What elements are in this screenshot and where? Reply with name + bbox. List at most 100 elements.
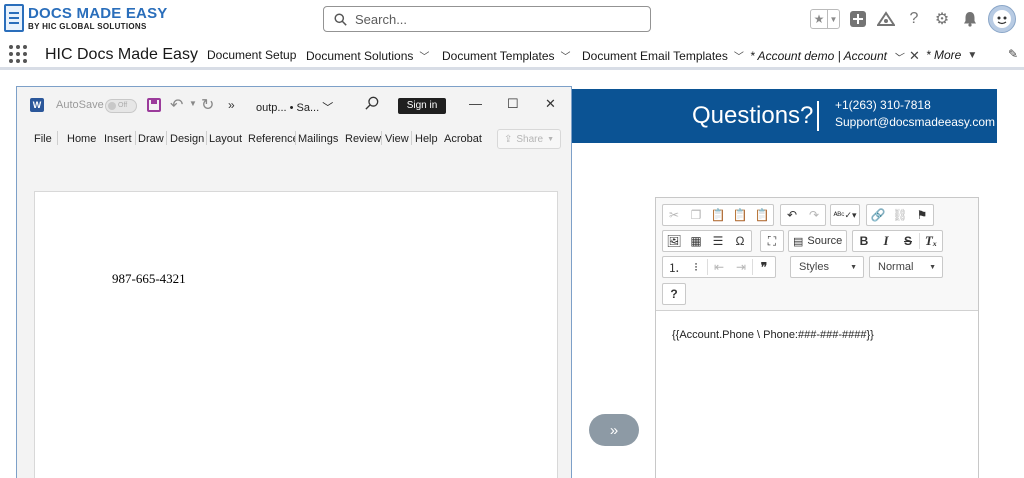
copy-icon[interactable]: ❐: [685, 205, 707, 225]
cut-icon[interactable]: ✂: [663, 205, 685, 225]
ribbon-tab-help[interactable]: Help: [415, 133, 438, 145]
ribbon-tab-design[interactable]: Design: [170, 133, 204, 145]
chevron-down-icon[interactable]: ﹀: [419, 48, 429, 63]
link-icon[interactable]: 🔗: [867, 205, 889, 225]
more-commands-icon[interactable]: »: [228, 98, 235, 112]
avatar[interactable]: [988, 5, 1016, 33]
search-input[interactable]: [355, 11, 635, 27]
basic-styles-group: B I S Tₓ: [852, 230, 943, 252]
anchor-flag-icon[interactable]: ⚑: [911, 205, 933, 225]
tab-account-demo[interactable]: * Account demo | Account ﹀ ✕: [750, 48, 920, 64]
indent-icon[interactable]: ⇥: [730, 257, 752, 277]
italic-icon[interactable]: I: [875, 231, 897, 251]
help-icon[interactable]: ?: [663, 284, 685, 304]
chevron-down-icon[interactable]: ﹀: [561, 48, 571, 63]
global-header: DOCS MADE EASY BY HIC GLOBAL SOLUTIONS ★…: [0, 0, 1024, 38]
blockquote-icon[interactable]: ❞: [753, 257, 775, 277]
ribbon-tab-insert[interactable]: Insert: [104, 133, 132, 145]
clipboard-group: ✂ ❐ 📋 📋 📋: [662, 204, 774, 226]
word-ribbon: File Home Insert Draw Design Layout Refe…: [17, 125, 571, 153]
paste-text-icon[interactable]: 📋: [729, 205, 751, 225]
pencil-icon[interactable]: ✎: [1008, 47, 1018, 61]
convert-button[interactable]: »: [589, 414, 639, 446]
star-icon[interactable]: ★: [811, 10, 827, 28]
app-launcher-icon[interactable]: [9, 45, 27, 63]
numbered-list-icon[interactable]: ⒈: [663, 257, 685, 277]
chevron-down-icon: ▼: [547, 135, 554, 143]
paste-word-icon[interactable]: 📋: [751, 205, 773, 225]
ribbon-tab-view[interactable]: View: [385, 133, 409, 145]
chevron-down-icon[interactable]: ﹀: [893, 49, 903, 64]
ribbon-tab-acrobat[interactable]: Acrobat: [444, 133, 482, 145]
sign-in-button[interactable]: Sign in: [398, 98, 446, 114]
redo-icon[interactable]: ↻: [201, 95, 214, 115]
chevron-down-icon[interactable]: ﹀: [734, 48, 744, 63]
document-page[interactable]: 987-665-4321: [34, 191, 558, 478]
strikethrough-icon[interactable]: S: [897, 231, 919, 251]
ribbon-tab-review[interactable]: Review: [345, 133, 381, 145]
caret-down-icon[interactable]: ▼: [967, 50, 977, 61]
banner-divider: [817, 101, 819, 131]
tab-more[interactable]: * More ▼: [926, 48, 977, 62]
bold-icon[interactable]: B: [853, 231, 875, 251]
ribbon-tab-layout[interactable]: Layout: [209, 133, 242, 145]
spellcheck-icon[interactable]: ᴬᴮᶜ✓▾: [831, 205, 859, 225]
paste-icon[interactable]: 📋: [707, 205, 729, 225]
logo-title: DOCS MADE EASY: [28, 4, 168, 22]
bell-icon[interactable]: [960, 9, 980, 29]
banner-question: Questions?: [692, 102, 814, 129]
ribbon-tab-mailings[interactable]: Mailings: [298, 133, 338, 145]
share-button[interactable]: ⇪ Share ▼: [497, 129, 561, 149]
trailhead-icon[interactable]: [876, 9, 896, 29]
tab-document-templates[interactable]: Document Templates ﹀: [442, 48, 571, 64]
minimize-icon[interactable]: —: [469, 96, 482, 111]
help-icon[interactable]: ?: [904, 9, 924, 29]
tab-document-setup[interactable]: Document Setup: [207, 48, 296, 62]
maximize-icon[interactable]: ☐: [507, 96, 519, 112]
redo-icon[interactable]: ↷: [803, 205, 825, 225]
undo-icon[interactable]: ↶: [170, 95, 183, 115]
document-filename[interactable]: outp... • Sa... ﹀: [256, 99, 333, 115]
format-dropdown[interactable]: Normal ▼: [869, 256, 943, 278]
document-phone-text[interactable]: 987-665-4321: [112, 271, 186, 287]
close-icon[interactable]: ✕: [909, 48, 920, 64]
help-group: ?: [662, 283, 686, 305]
add-icon[interactable]: [848, 9, 868, 29]
ribbon-tab-file[interactable]: File: [34, 133, 52, 145]
bulleted-list-icon[interactable]: ⁝: [685, 257, 707, 277]
chevron-down-icon: ﹀: [322, 102, 334, 114]
support-email[interactable]: Support@docsmadeeasy.com: [835, 115, 995, 129]
close-icon[interactable]: ✕: [545, 96, 556, 112]
chevron-down-icon[interactable]: ▼: [189, 99, 197, 108]
editor-content[interactable]: {{Account.Phone \ Phone:###-###-####}}: [672, 329, 874, 341]
settings-icon[interactable]: ⚙: [932, 9, 952, 29]
docs-made-easy-logo[interactable]: DOCS MADE EASY BY HIC GLOBAL SOLUTIONS: [4, 4, 168, 32]
unlink-icon[interactable]: ⛓: [889, 205, 911, 225]
chevron-down-icon[interactable]: ▼: [827, 10, 839, 28]
word-logo-icon: W: [30, 98, 44, 112]
remove-format-icon[interactable]: Tₓ: [920, 231, 942, 251]
image-icon[interactable]: 🖼: [663, 231, 685, 251]
ribbon-tab-references[interactable]: Reference: [248, 133, 295, 145]
undo-icon[interactable]: ↶: [781, 205, 803, 225]
source-group: ▤ Source: [788, 230, 848, 252]
tab-document-email-templates[interactable]: Document Email Templates ﹀: [582, 48, 744, 64]
styles-dropdown[interactable]: Styles ▼: [790, 256, 864, 278]
share-icon: ⇪: [503, 133, 513, 145]
autosave-toggle[interactable]: Off: [105, 99, 137, 113]
source-button[interactable]: ▤ Source: [789, 231, 846, 251]
ribbon-tab-home[interactable]: Home: [67, 133, 96, 145]
save-icon[interactable]: [147, 98, 161, 112]
document-logo-icon: [4, 4, 24, 32]
special-char-icon[interactable]: Ω: [729, 231, 751, 251]
table-icon[interactable]: ▦: [685, 231, 707, 251]
horizontal-line-icon[interactable]: ☰: [707, 231, 729, 251]
outdent-icon[interactable]: ⇤: [708, 257, 730, 277]
favorites-group[interactable]: ★ ▼: [810, 9, 840, 29]
source-icon: ▤: [793, 235, 804, 248]
tab-document-solutions[interactable]: Document Solutions ﹀: [306, 48, 429, 64]
maximize-icon[interactable]: ⛶: [761, 231, 783, 251]
search-icon[interactable]: [365, 96, 379, 114]
global-search[interactable]: [323, 6, 651, 32]
ribbon-tab-draw[interactable]: Draw: [138, 133, 164, 145]
